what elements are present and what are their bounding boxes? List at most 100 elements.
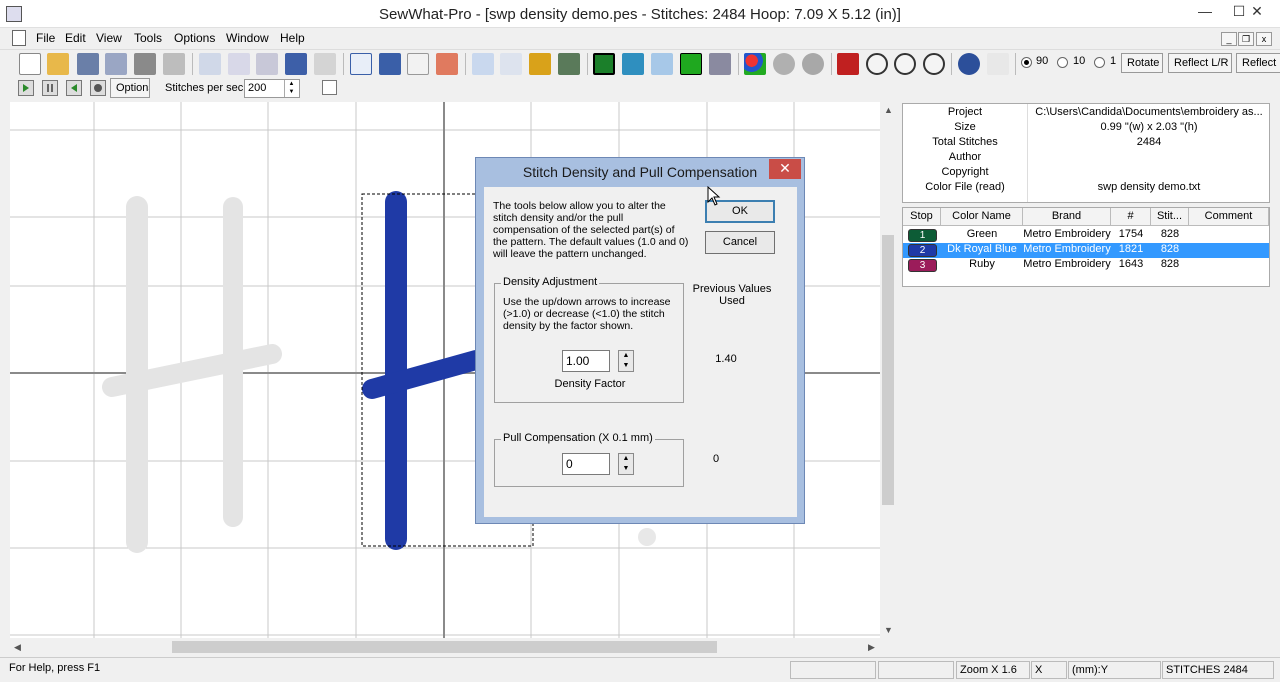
col-header-color-name[interactable]: Color Name (941, 208, 1023, 226)
copy-icon[interactable] (228, 53, 250, 75)
pause-icon[interactable] (42, 80, 58, 96)
col-header-stop[interactable]: Stop (903, 208, 941, 226)
convert-icon[interactable] (350, 53, 372, 75)
undo-icon[interactable] (285, 53, 307, 75)
layers-icon[interactable] (472, 53, 494, 75)
split-icon[interactable] (436, 53, 458, 75)
context-help-icon[interactable] (987, 53, 1009, 75)
menu-help[interactable]: Help (280, 31, 305, 45)
gradient-icon[interactable] (680, 53, 702, 75)
dialog-close-button[interactable]: ✕ (769, 159, 801, 179)
grid-view-icon[interactable] (837, 53, 859, 75)
save-as-icon[interactable] (105, 53, 127, 75)
density-previous-value: 1.40 (715, 353, 737, 365)
help-icon[interactable] (958, 53, 980, 75)
scroll-left-arrow[interactable]: ◀ (14, 642, 21, 653)
info-value: 2484 (1136, 136, 1162, 148)
col-header-number[interactable]: # (1111, 208, 1151, 226)
pull-spin-buttons[interactable]: ▲ ▼ (618, 453, 634, 475)
color-name: Ruby (969, 258, 995, 270)
menu-window[interactable]: Window (226, 31, 269, 45)
menu-view[interactable]: View (96, 31, 122, 45)
mdi-restore-button[interactable]: ❐ (1238, 32, 1254, 46)
mdi-minimize-button[interactable]: _ (1221, 32, 1237, 46)
rgb-colors-icon[interactable] (744, 53, 766, 75)
rotate-90-label: 90 (1036, 55, 1049, 67)
reflect-lr-button[interactable]: Reflect L/R (1168, 53, 1232, 73)
text-a-icon[interactable] (407, 53, 429, 75)
open-folder-icon[interactable] (47, 53, 69, 75)
menu-file[interactable]: File (36, 31, 55, 45)
mdi-close-button[interactable]: x (1256, 32, 1272, 46)
options-button[interactable]: Options (110, 78, 150, 98)
hoop-icon[interactable] (529, 53, 551, 75)
window-title: SewWhat-Pro - [swp density demo.pes - St… (379, 6, 901, 23)
density-adjustment-group: Density Adjustment Use the up/down arrow… (494, 276, 684, 403)
status-zoom: Zoom X 1.6 (956, 661, 1030, 679)
scroll-up-arrow[interactable]: ▲ (884, 105, 893, 115)
rotate-design-icon[interactable] (558, 53, 580, 75)
rotate-90-radio[interactable] (1021, 57, 1032, 68)
print-preview-icon[interactable] (163, 53, 185, 75)
vertical-scroll-thumb[interactable] (882, 235, 894, 505)
stitch-fragment (638, 528, 656, 546)
stop-icon[interactable] (90, 80, 106, 96)
zoom-in-icon[interactable] (894, 53, 916, 75)
cut-icon[interactable] (199, 53, 221, 75)
cancel-button[interactable]: Cancel (705, 231, 775, 254)
color-name: Dk Royal Blue (947, 243, 1017, 255)
info-key: Author (948, 151, 982, 163)
color-row[interactable]: 1 Green Metro Embroidery 1754 828 (903, 228, 1269, 243)
reflect-button[interactable]: Reflect (1236, 53, 1280, 73)
color-box-icon[interactable] (593, 53, 615, 75)
rotate-10-label: 10 (1073, 55, 1086, 67)
horizontal-scroll-thumb[interactable] (172, 641, 717, 653)
status-x: X (1031, 661, 1067, 679)
print-icon[interactable] (134, 53, 156, 75)
rotate-10-radio[interactable] (1057, 57, 1068, 68)
zoom-out-icon[interactable] (923, 53, 945, 75)
project-info-panel: Project C:\Users\Candida\Documents\embroi… (902, 103, 1270, 203)
stitch-density-dialog: Stitch Density and Pull Compensation ✕ T… (475, 157, 805, 524)
stitches-spinner[interactable]: ▲ ▼ (284, 80, 298, 97)
close-button[interactable]: ✕ (1234, 0, 1280, 24)
design-info-icon[interactable] (500, 53, 522, 75)
density-factor-input[interactable] (562, 350, 610, 372)
new-file-icon[interactable] (19, 53, 41, 75)
info-key: Project (947, 106, 983, 118)
menu-edit[interactable]: Edit (65, 31, 86, 45)
col-header-stitches[interactable]: Stit... (1151, 208, 1189, 226)
pull-compensation-input[interactable] (562, 453, 610, 475)
color-row-selected[interactable]: 2 Dk Royal Blue Metro Embroidery 1821 82… (903, 243, 1269, 258)
fabric-icon[interactable] (651, 53, 673, 75)
col-header-brand[interactable]: Brand (1023, 208, 1111, 226)
stitch-letter-white (102, 196, 282, 553)
status-empty-1 (790, 661, 876, 679)
stitch-checkbox[interactable] (322, 80, 337, 95)
rotate-1-radio[interactable] (1094, 57, 1105, 68)
rotate-button[interactable]: Rotate (1121, 53, 1163, 73)
scroll-right-arrow[interactable]: ▶ (868, 642, 875, 653)
scroll-down-arrow[interactable]: ▼ (884, 625, 893, 635)
shirt-icon[interactable] (622, 53, 644, 75)
grid-icon[interactable] (314, 53, 336, 75)
minimize-button[interactable]: — (1188, 0, 1222, 24)
color-swatch: 3 (908, 259, 937, 272)
menu-tools[interactable]: Tools (134, 31, 162, 45)
bold-b-icon[interactable] (379, 53, 401, 75)
main-toolbar: 90 10 1 Rotate Reflect L/R Reflect (0, 49, 1280, 77)
save-icon[interactable] (77, 53, 99, 75)
play-icon[interactable] (18, 80, 34, 96)
step-back-icon[interactable] (66, 80, 82, 96)
color-row[interactable]: 3 Ruby Metro Embroidery 1643 828 (903, 258, 1269, 273)
thread-2-icon[interactable] (802, 53, 824, 75)
col-header-comment[interactable]: Comment (1189, 208, 1269, 226)
color-list-panel: Stop Color Name Brand # Stit... Comment … (902, 207, 1270, 287)
paste-icon[interactable] (256, 53, 278, 75)
color-swatch: 2 (908, 244, 937, 257)
palette-tools-icon[interactable] (709, 53, 731, 75)
thread-icon[interactable] (773, 53, 795, 75)
menu-options[interactable]: Options (174, 31, 215, 45)
density-spin-buttons[interactable]: ▲ ▼ (618, 350, 634, 372)
magnify-icon[interactable] (866, 53, 888, 75)
